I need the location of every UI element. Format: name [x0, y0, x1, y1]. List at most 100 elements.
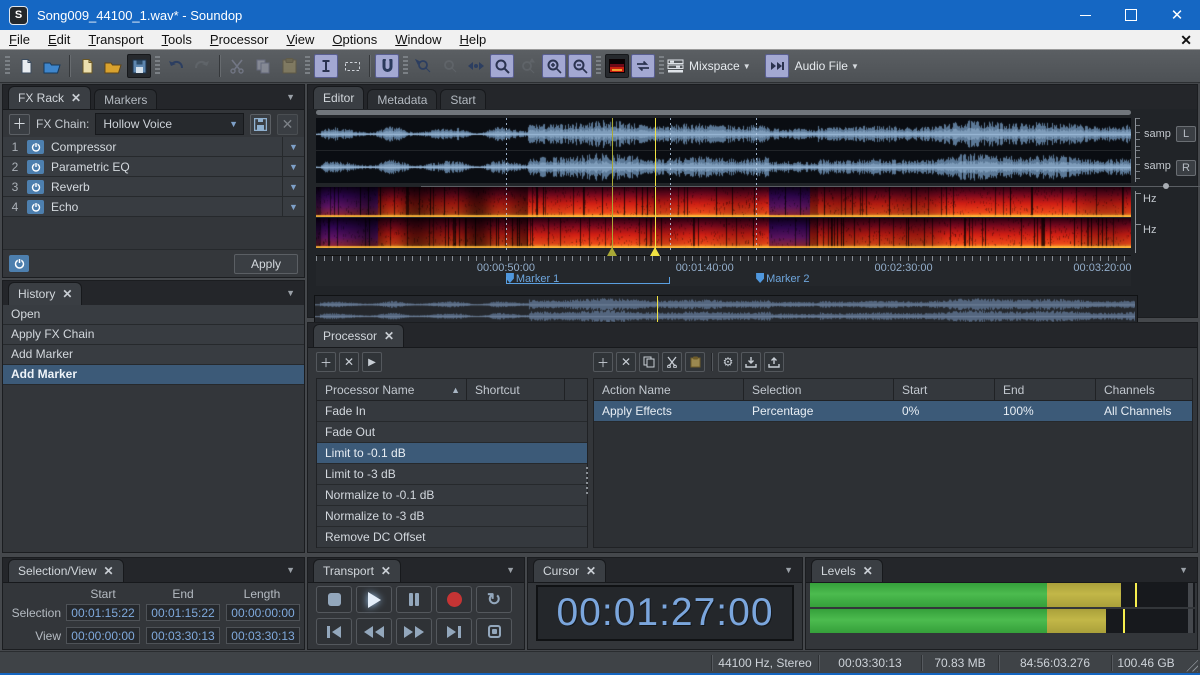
fx-slot-dropdown[interactable]: ▼: [282, 177, 304, 196]
tab-transport[interactable]: Transport✕: [313, 559, 401, 582]
column-header-processor-name[interactable]: Processor Name▲: [317, 379, 467, 400]
selection-end-field[interactable]: 00:01:15:22: [146, 604, 220, 621]
selection-cursor-line[interactable]: [612, 118, 613, 251]
menu-window[interactable]: Window: [386, 30, 450, 49]
history-item[interactable]: Apply FX Chain: [3, 325, 304, 345]
power-icon[interactable]: [27, 180, 44, 194]
cut-button[interactable]: [225, 54, 249, 78]
right-channel-button[interactable]: R: [1176, 160, 1196, 176]
tab-close-icon[interactable]: ✕: [62, 288, 72, 300]
processor-row[interactable]: Limit to -3 dB: [317, 464, 587, 485]
selection-start-field[interactable]: 00:01:15:22: [66, 604, 140, 621]
new-file-button[interactable]: [14, 54, 38, 78]
delete-action-button[interactable]: ✕: [616, 352, 636, 372]
channel-splitter[interactable]: [1135, 182, 1200, 191]
play-from-cursor-button[interactable]: [476, 618, 512, 645]
resize-grip[interactable]: [1184, 658, 1198, 672]
left-channel-button[interactable]: L: [1176, 126, 1196, 142]
delete-processor-button[interactable]: ✕: [339, 352, 359, 372]
menu-view[interactable]: View: [277, 30, 323, 49]
power-icon[interactable]: [27, 200, 44, 214]
fx-slot[interactable]: 3 Reverb ▼: [3, 177, 304, 197]
panel-menu-caret-icon[interactable]: ▼: [506, 565, 515, 575]
timeline-ruler[interactable]: 00:00:50:00 00:01:40:00 00:02:30:00 00:0…: [316, 255, 1131, 286]
menu-edit[interactable]: Edit: [39, 30, 79, 49]
import-actions-button[interactable]: [741, 352, 761, 372]
toolbar-grip[interactable]: [596, 56, 601, 76]
panel-menu-caret-icon[interactable]: ▼: [286, 565, 295, 575]
menu-tools[interactable]: Tools: [153, 30, 201, 49]
tab-close-icon[interactable]: ✕: [863, 565, 873, 577]
processor-row[interactable]: Normalize to -3 dB: [317, 506, 587, 527]
toolbar-grip[interactable]: [155, 56, 160, 76]
tab-close-icon[interactable]: ✕: [381, 565, 391, 577]
pause-button[interactable]: [396, 586, 432, 613]
selection-cursor-handle[interactable]: [607, 247, 617, 256]
waveform-right-channel[interactable]: [316, 151, 1131, 183]
zoom-out-selection-button[interactable]: [438, 54, 462, 78]
sync-view-button[interactable]: [631, 54, 655, 78]
marquee-selection-tool-button[interactable]: [340, 54, 364, 78]
overview-waveform[interactable]: [315, 296, 1135, 324]
menu-transport[interactable]: Transport: [79, 30, 152, 49]
time-selection-tool-button[interactable]: [314, 54, 338, 78]
close-button[interactable]: ✕: [1154, 0, 1200, 30]
tab-levels[interactable]: Levels✕: [811, 559, 883, 582]
add-action-button[interactable]: ＋: [593, 352, 613, 372]
export-actions-button[interactable]: [764, 352, 784, 372]
rewind-button[interactable]: [356, 618, 392, 645]
processor-row[interactable]: Remove DC Offset: [317, 527, 587, 548]
menu-options[interactable]: Options: [323, 30, 386, 49]
playhead-cursor-line[interactable]: [655, 118, 656, 251]
waveform-display[interactable]: [316, 118, 1131, 251]
zoom-vertical-button[interactable]: [516, 54, 540, 78]
tables-splitter-handle[interactable]: [584, 467, 590, 497]
delete-chain-button[interactable]: ✕: [277, 114, 298, 135]
spectrogram-left-channel[interactable]: [316, 187, 1131, 217]
playhead-cursor-handle[interactable]: [650, 247, 660, 256]
panel-menu-caret-icon[interactable]: ▼: [286, 92, 295, 102]
tab-close-icon[interactable]: ✕: [384, 330, 394, 342]
history-item[interactable]: Add Marker: [3, 345, 304, 365]
fx-slot-dropdown[interactable]: ▼: [282, 197, 304, 216]
play-button[interactable]: [356, 586, 392, 613]
tab-cursor[interactable]: Cursor✕: [533, 559, 606, 582]
open-file-button[interactable]: [40, 54, 64, 78]
column-header-shortcut[interactable]: Shortcut: [467, 379, 565, 400]
spectral-view-button[interactable]: [605, 54, 629, 78]
marker2-label[interactable]: Marker 2: [766, 273, 809, 285]
history-item[interactable]: Open: [3, 305, 304, 325]
splitter-handle-icon[interactable]: [1163, 183, 1169, 189]
run-processor-button[interactable]: ▶: [362, 352, 382, 372]
cut-action-button[interactable]: [662, 352, 682, 372]
paste-action-button[interactable]: [685, 352, 705, 372]
tab-selection-view[interactable]: Selection/View✕: [8, 559, 124, 582]
zoom-in-button[interactable]: [542, 54, 566, 78]
panel-menu-caret-icon[interactable]: ▼: [286, 288, 295, 298]
save-button[interactable]: [127, 54, 151, 78]
new-project-button[interactable]: [75, 54, 99, 78]
marker1-range-bracket[interactable]: [506, 277, 670, 284]
document-close-icon[interactable]: ✕: [1180, 33, 1192, 47]
undo-button[interactable]: [164, 54, 188, 78]
tab-metadata[interactable]: Metadata: [367, 89, 437, 109]
zoom-to-selection-button[interactable]: [412, 54, 436, 78]
column-header-end[interactable]: End: [995, 379, 1096, 400]
toolbar-grip[interactable]: [5, 56, 10, 76]
menu-processor[interactable]: Processor: [201, 30, 278, 49]
fx-slot-dropdown[interactable]: ▼: [282, 157, 304, 176]
apply-button[interactable]: Apply: [234, 254, 298, 274]
column-header-action-name[interactable]: Action Name: [594, 379, 744, 400]
menu-file[interactable]: File: [0, 30, 39, 49]
marker2-flag-icon[interactable]: [756, 273, 764, 283]
view-length-field[interactable]: 00:03:30:13: [226, 627, 300, 644]
column-header-start[interactable]: Start: [894, 379, 995, 400]
tab-markers[interactable]: Markers: [94, 89, 157, 109]
tab-close-icon[interactable]: ✕: [104, 565, 114, 577]
mixspace-button[interactable]: Mixspace: [689, 59, 740, 73]
paste-button[interactable]: [277, 54, 301, 78]
zoom-fit-button[interactable]: [464, 54, 488, 78]
panel-menu-caret-icon[interactable]: ▼: [784, 565, 793, 575]
stop-button[interactable]: [316, 586, 352, 613]
minimize-button[interactable]: [1062, 0, 1108, 30]
